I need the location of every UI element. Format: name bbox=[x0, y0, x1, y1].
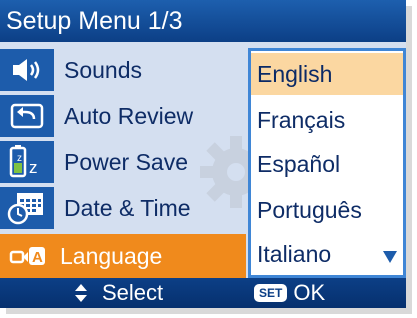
select-label: Select bbox=[102, 280, 164, 305]
battery-sleep-icon: z z bbox=[0, 141, 54, 183]
menu-item-sounds[interactable]: Sounds bbox=[0, 48, 246, 92]
menu-item-language[interactable]: A Language bbox=[0, 234, 246, 278]
calendar-clock-icon bbox=[0, 187, 54, 229]
language-icon: A bbox=[0, 235, 54, 277]
up-down-arrows-icon bbox=[75, 284, 87, 302]
menu-item-label: Language bbox=[60, 243, 163, 269]
menu-item-power-save[interactable]: z z Power Save bbox=[0, 140, 246, 184]
page-title: Setup Menu 1/3 bbox=[0, 0, 406, 42]
menu-item-label: Auto Review bbox=[64, 103, 194, 129]
language-option-italiano[interactable]: Italiano bbox=[251, 233, 403, 275]
svg-text:A: A bbox=[32, 249, 43, 266]
ok-hint: SET OK bbox=[254, 278, 325, 308]
footer-bar: Select SET OK bbox=[0, 278, 406, 308]
menu-item-label: Power Save bbox=[64, 149, 189, 175]
select-hint: Select bbox=[74, 278, 163, 308]
language-option-english[interactable]: English bbox=[251, 53, 403, 95]
screen-shadow-bottom bbox=[6, 308, 412, 314]
language-submenu: English Français Español Português Itali… bbox=[248, 48, 406, 278]
speaker-icon bbox=[0, 49, 54, 91]
return-arrow-icon bbox=[0, 95, 54, 137]
menu-item-label: Date & Time bbox=[64, 195, 191, 221]
language-option-portugues[interactable]: Português bbox=[251, 189, 403, 231]
set-button-icon: SET bbox=[254, 284, 288, 302]
setup-menu-list: Sounds Auto Review z z Power Save Date &… bbox=[0, 48, 246, 278]
ok-label: OK bbox=[293, 280, 326, 305]
down-arrow-icon bbox=[383, 251, 397, 263]
menu-item-label: Sounds bbox=[64, 57, 143, 83]
menu-item-date-time[interactable]: Date & Time bbox=[0, 186, 246, 230]
svg-text:z: z bbox=[17, 153, 22, 164]
camera-setup-screen: Setup Menu 1/3 Sounds Auto Review z z Po… bbox=[0, 0, 406, 308]
language-option-francais[interactable]: Français bbox=[251, 99, 403, 141]
svg-text:z: z bbox=[29, 158, 38, 177]
screen-shadow-right bbox=[406, 6, 412, 314]
language-option-espanol[interactable]: Español bbox=[251, 143, 403, 185]
menu-item-auto-review[interactable]: Auto Review bbox=[0, 94, 246, 138]
